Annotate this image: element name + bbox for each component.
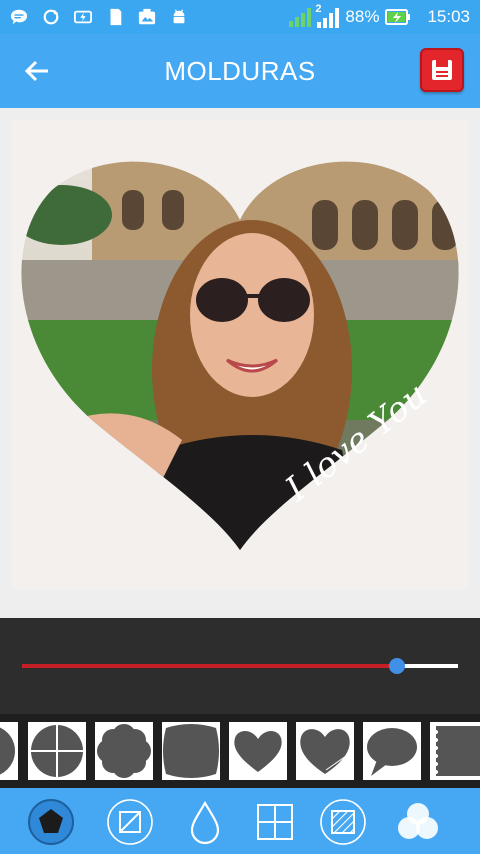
battery-percent: 88% bbox=[345, 7, 380, 26]
frame-strip[interactable] bbox=[0, 714, 480, 788]
frame-heart-text[interactable] bbox=[296, 722, 354, 780]
framed-photo[interactable]: I love You bbox=[12, 120, 468, 590]
save-button[interactable] bbox=[420, 48, 464, 92]
frame-opacity-slider[interactable] bbox=[22, 658, 458, 674]
grid-tool-button[interactable] bbox=[250, 797, 300, 847]
texture-tool-button[interactable] bbox=[318, 797, 368, 847]
clock: 15:03 bbox=[427, 7, 470, 26]
page-title: MOLDURAS bbox=[164, 56, 316, 86]
frame-circle-partial[interactable] bbox=[0, 722, 18, 780]
save-icon bbox=[432, 60, 452, 80]
slider-thumb[interactable] bbox=[389, 658, 405, 674]
texture-tool-icon bbox=[320, 799, 366, 845]
blend-tool-icon bbox=[398, 803, 438, 839]
slider-panel bbox=[0, 618, 480, 714]
frame-speech-bubble[interactable] bbox=[363, 722, 421, 780]
battery-charging-icon bbox=[385, 9, 411, 25]
slider-track-rest bbox=[397, 664, 458, 668]
crop-tool-button[interactable] bbox=[105, 797, 155, 847]
image-icon bbox=[138, 8, 156, 25]
cell-signal-icon: 2 bbox=[315, 3, 340, 28]
bottom-toolbar bbox=[0, 788, 480, 854]
app-bar: MOLDURAS bbox=[0, 34, 480, 108]
crop-tool-icon bbox=[107, 799, 153, 845]
drop-tool-button[interactable] bbox=[180, 797, 230, 847]
sync-icon bbox=[43, 9, 59, 25]
grid-tool-icon bbox=[257, 804, 293, 840]
frame-heart[interactable] bbox=[229, 722, 287, 780]
sd-card-icon bbox=[110, 8, 122, 26]
chat-icon bbox=[10, 9, 28, 25]
status-bar: 2 88% 15:03 bbox=[0, 0, 480, 34]
frame-rounded-square[interactable] bbox=[162, 722, 220, 780]
preview-area: I love You bbox=[0, 108, 480, 618]
frame-flower[interactable] bbox=[95, 722, 153, 780]
frame-circle-cross[interactable] bbox=[28, 722, 86, 780]
frame-tool-button[interactable] bbox=[26, 797, 76, 847]
frame-tool-icon bbox=[28, 799, 74, 845]
slider-track-fill bbox=[22, 664, 397, 668]
android-icon bbox=[173, 9, 185, 24]
network-badge: 2 bbox=[315, 3, 322, 15]
frame-stamp[interactable] bbox=[430, 722, 480, 780]
drop-tool-icon bbox=[190, 800, 220, 845]
flash-icon bbox=[74, 10, 92, 24]
wifi-signal-icon bbox=[289, 7, 312, 27]
blend-tool-button[interactable] bbox=[393, 797, 443, 847]
status-right: 2 88% 15:03 bbox=[289, 3, 470, 28]
notification-icons bbox=[10, 8, 188, 26]
